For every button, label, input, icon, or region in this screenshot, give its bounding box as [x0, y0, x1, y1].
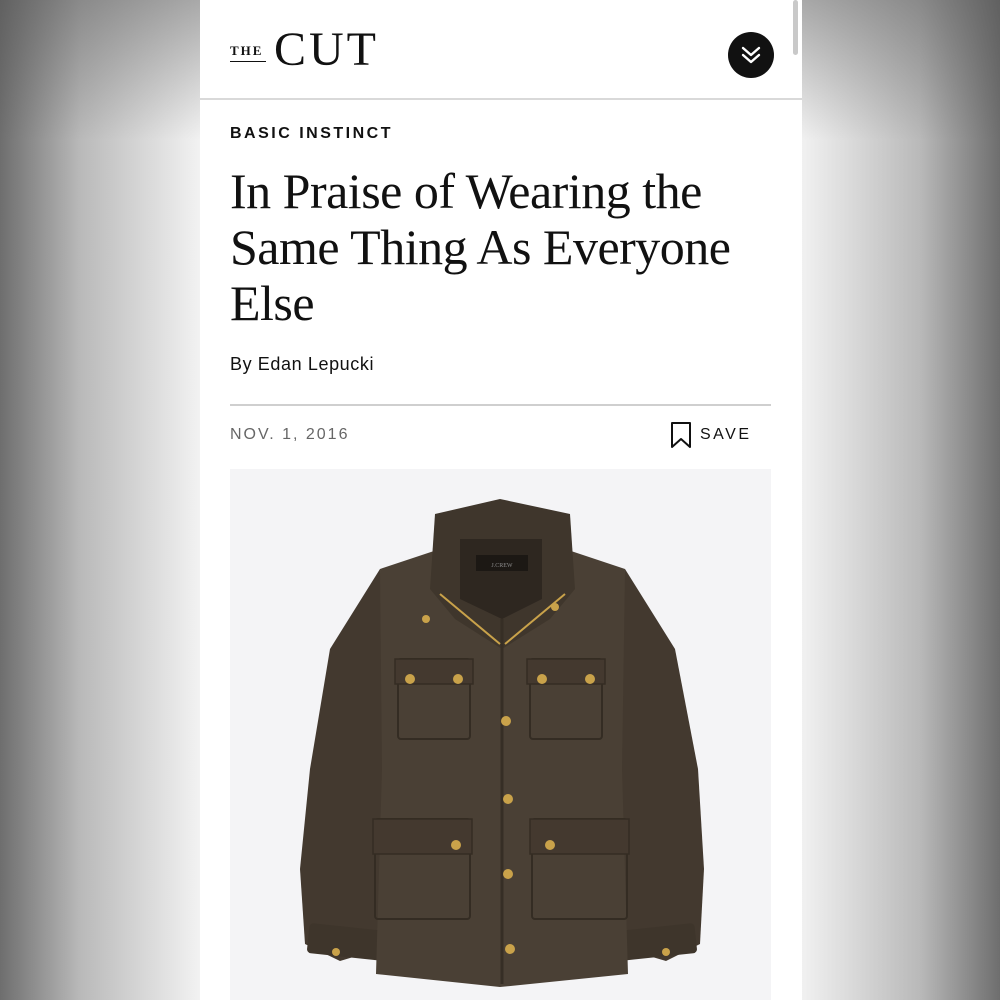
- article-page: THE CUT BASIC INSTINCT In Praise of Wear…: [200, 0, 802, 1000]
- hero-label: J.CREW: [491, 563, 513, 569]
- article-headline: In Praise of Wearing the Same Thing As E…: [230, 163, 731, 331]
- menu-button[interactable]: [728, 32, 774, 78]
- article-byline[interactable]: By Edan Lepucki: [230, 354, 374, 375]
- jacket-illustration: J.CREW: [300, 499, 704, 987]
- scrollbar[interactable]: [793, 0, 798, 55]
- double-chevron-down-icon: [741, 46, 761, 64]
- logo-wordmark: CUT: [274, 23, 379, 76]
- site-header: THE CUT: [200, 0, 802, 100]
- save-label: SAVE: [700, 426, 752, 443]
- article-kicker[interactable]: BASIC INSTINCT: [230, 125, 393, 143]
- hero-image[interactable]: J.CREW: [230, 469, 771, 1000]
- divider: [230, 404, 771, 406]
- save-button[interactable]: SAVE: [670, 420, 752, 450]
- bookmark-icon: [671, 422, 691, 448]
- logo-the: THE: [230, 43, 264, 58]
- article-date: NOV. 1, 2016: [230, 426, 350, 443]
- logo-underline: [230, 61, 266, 62]
